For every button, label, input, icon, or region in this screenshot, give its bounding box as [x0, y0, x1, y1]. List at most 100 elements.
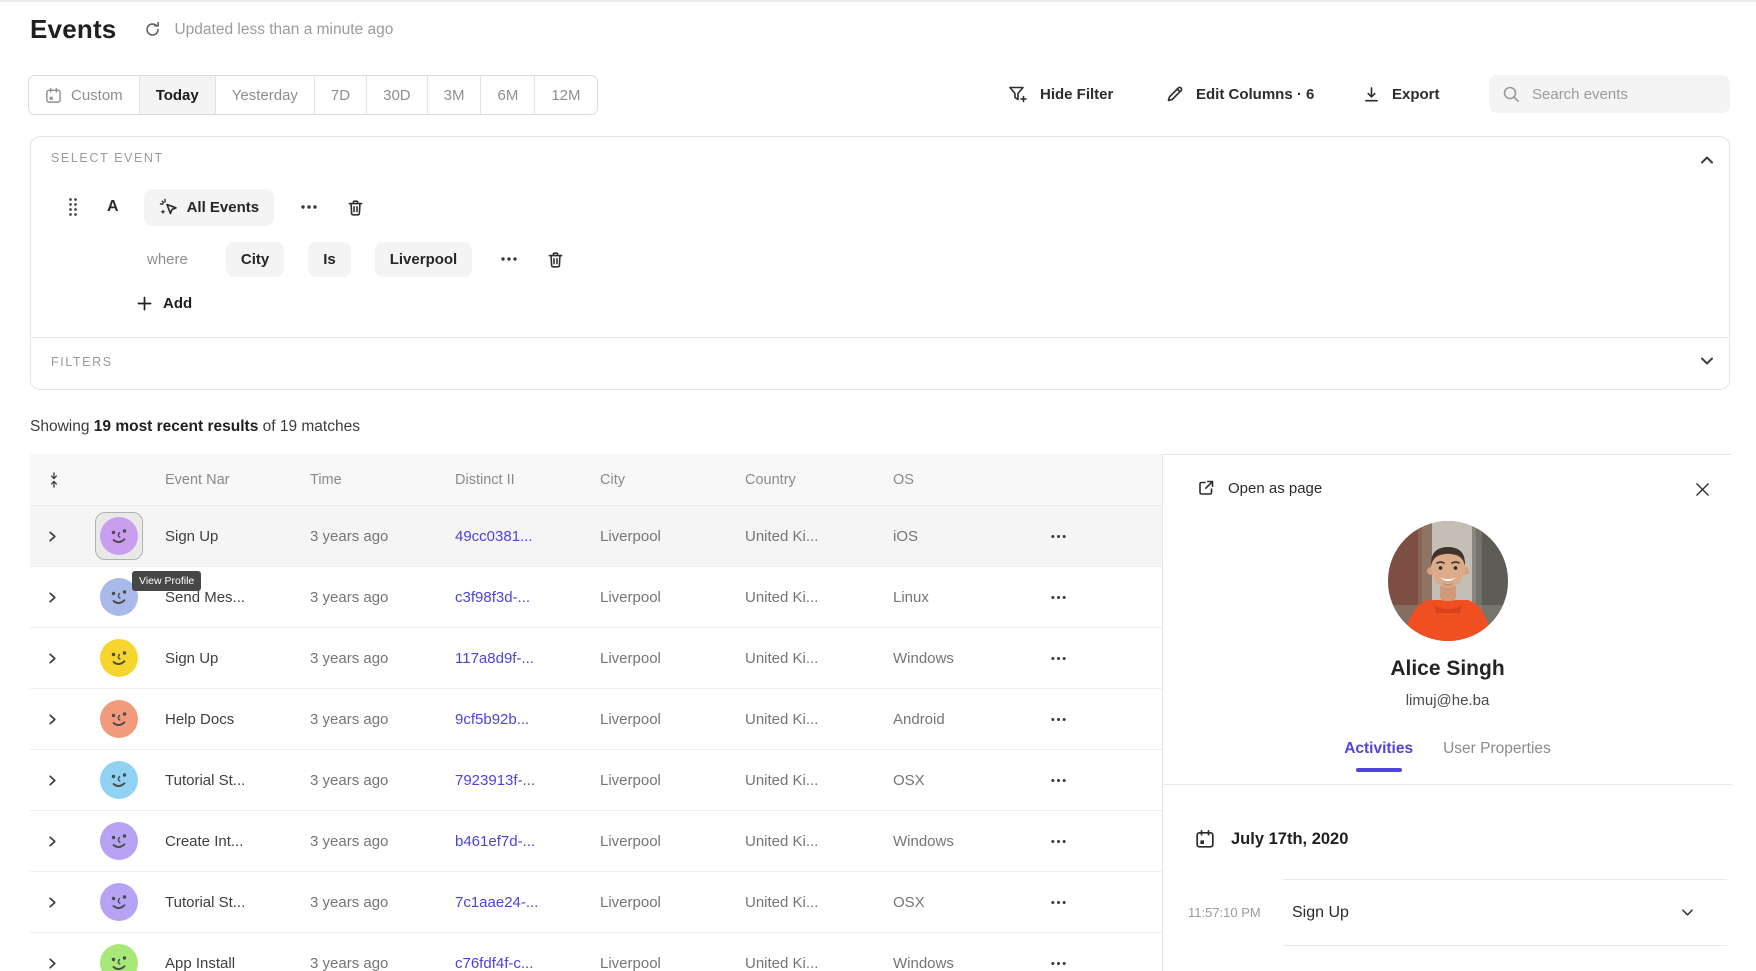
- avatar-wrap[interactable]: [100, 944, 138, 971]
- filters-chevron-down-icon[interactable]: [1699, 355, 1715, 367]
- panel-divider: [1163, 784, 1732, 785]
- edit-columns-button[interactable]: Edit Columns · 6: [1166, 75, 1314, 113]
- table-row[interactable]: Sign Up 3 years ago 49cc0381... Liverpoo…: [30, 506, 1162, 567]
- distinct-id-link[interactable]: 9cf5b92b...: [438, 711, 583, 728]
- col-header-os[interactable]: OS: [873, 472, 1005, 488]
- col-header-distinct-id[interactable]: Distinct II: [438, 472, 583, 488]
- date-range-3m[interactable]: 3M: [428, 76, 482, 114]
- date-range-12m[interactable]: 12M: [535, 76, 596, 114]
- distinct-id-link[interactable]: 117a8d9f-...: [438, 650, 583, 667]
- avatar-wrap[interactable]: [100, 883, 138, 921]
- filter-property-chip[interactable]: City: [226, 242, 284, 277]
- avatar-wrap[interactable]: [100, 761, 138, 799]
- tab-activities[interactable]: Activities: [1344, 740, 1413, 772]
- date-range-label: 6M: [497, 87, 518, 104]
- date-range-30d[interactable]: 30D: [367, 76, 428, 114]
- activity-accordion-row[interactable]: 11:57:10 PM Sign Up: [1283, 879, 1727, 946]
- collapse-rows-icon[interactable]: [46, 471, 90, 489]
- event-name-cell: Sign Up: [148, 650, 293, 667]
- row-more-options-icon[interactable]: [1050, 650, 1067, 667]
- city-cell: Liverpool: [583, 528, 728, 545]
- filter-operator-chip[interactable]: Is: [308, 242, 351, 277]
- avatar-wrap[interactable]: [100, 822, 138, 860]
- collapse-section-chevron-up-icon[interactable]: [1699, 154, 1715, 166]
- close-panel-icon[interactable]: [1695, 482, 1710, 497]
- activity-date-header: July 17th, 2020: [1195, 829, 1348, 849]
- col-header-city[interactable]: City: [583, 472, 728, 488]
- user-avatar[interactable]: [100, 822, 138, 860]
- row-more-options-icon[interactable]: [1050, 528, 1067, 545]
- date-range-custom[interactable]: Custom: [29, 76, 140, 114]
- distinct-id-link[interactable]: 7923913f-...: [438, 772, 583, 789]
- row-more-options-icon[interactable]: [1050, 833, 1067, 850]
- user-avatar[interactable]: [100, 883, 138, 921]
- distinct-id-link[interactable]: c3f98f3d-...: [438, 589, 583, 606]
- event-selector-chip[interactable]: All Events: [144, 189, 275, 226]
- add-event-button[interactable]: Add: [137, 295, 192, 312]
- row-more-options-icon[interactable]: [1050, 711, 1067, 728]
- open-as-page-button[interactable]: Open as page: [1197, 479, 1322, 497]
- date-range-6m[interactable]: 6M: [481, 76, 535, 114]
- row-more-options-icon[interactable]: [1050, 589, 1067, 606]
- row-more-options-icon[interactable]: [1050, 955, 1067, 971]
- user-avatar[interactable]: [100, 517, 138, 555]
- filter-value-chip[interactable]: Liverpool: [375, 242, 473, 277]
- event-delete-icon[interactable]: [346, 198, 365, 217]
- expand-row-chevron-icon[interactable]: [46, 774, 90, 787]
- date-range-today[interactable]: Today: [140, 76, 216, 114]
- table-row[interactable]: Create Int... 3 years ago b461ef7d-... L…: [30, 811, 1162, 872]
- row-more-options-icon[interactable]: [1050, 772, 1067, 789]
- expand-row-chevron-icon[interactable]: [46, 530, 90, 543]
- avatar-wrap[interactable]: [95, 512, 143, 560]
- expand-row-chevron-icon[interactable]: [46, 591, 90, 604]
- event-more-options-icon[interactable]: [296, 194, 322, 220]
- distinct-id-link[interactable]: c76fdf4f-c...: [438, 955, 583, 971]
- date-range-yesterday[interactable]: Yesterday: [216, 76, 315, 114]
- expand-row-chevron-icon[interactable]: [46, 835, 90, 848]
- user-avatar[interactable]: [100, 700, 138, 738]
- table-row[interactable]: Help Docs 3 years ago 9cf5b92b... Liverp…: [30, 689, 1162, 750]
- tab-user-properties[interactable]: User Properties: [1443, 740, 1551, 772]
- distinct-id-link[interactable]: b461ef7d-...: [438, 833, 583, 850]
- expand-row-chevron-icon[interactable]: [46, 652, 90, 665]
- table-row[interactable]: App Install 3 years ago c76fdf4f-c... Li…: [30, 933, 1162, 971]
- col-header-time[interactable]: Time: [293, 472, 438, 488]
- distinct-id-link[interactable]: 7c1aae24-...: [438, 894, 583, 911]
- filter-delete-icon[interactable]: [546, 250, 565, 269]
- search-input[interactable]: [1530, 85, 1717, 104]
- avatar-wrap[interactable]: [100, 639, 138, 677]
- where-label: where: [147, 251, 188, 268]
- refresh-icon[interactable]: [144, 21, 161, 38]
- table-row[interactable]: Sign Up 3 years ago 117a8d9f-... Liverpo…: [30, 628, 1162, 689]
- external-link-icon: [1197, 479, 1215, 497]
- search-box[interactable]: [1489, 75, 1730, 113]
- row-more-options-icon[interactable]: [1050, 894, 1067, 911]
- table-row[interactable]: Tutorial St... 3 years ago 7c1aae24-... …: [30, 872, 1162, 933]
- expand-row-chevron-icon[interactable]: [46, 957, 90, 970]
- avatar-wrap[interactable]: [100, 700, 138, 738]
- expand-row-chevron-icon[interactable]: [46, 896, 90, 909]
- user-avatar[interactable]: [100, 944, 138, 971]
- col-header-event-name[interactable]: Event Nar: [148, 472, 293, 488]
- date-range-7d[interactable]: 7D: [315, 76, 367, 114]
- distinct-id-link[interactable]: 49cc0381...: [438, 528, 583, 545]
- col-header-country[interactable]: Country: [728, 472, 873, 488]
- filters-label: FILTERS: [51, 355, 113, 369]
- user-avatar[interactable]: [100, 761, 138, 799]
- search-icon: [1502, 85, 1520, 103]
- time-cell: 3 years ago: [293, 528, 438, 545]
- drag-handle-icon[interactable]: [67, 197, 79, 217]
- results-summary: Showing 19 most recent results of 19 mat…: [30, 418, 360, 436]
- city-cell: Liverpool: [583, 833, 728, 850]
- hide-filter-button[interactable]: Hide Filter: [1008, 75, 1113, 113]
- magic-cursor-icon: [159, 198, 178, 217]
- filter-more-options-icon[interactable]: [496, 246, 522, 272]
- table-row[interactable]: Tutorial St... 3 years ago 7923913f-... …: [30, 750, 1162, 811]
- export-button[interactable]: Export: [1363, 75, 1440, 113]
- expand-row-chevron-icon[interactable]: [46, 713, 90, 726]
- user-avatar[interactable]: [100, 639, 138, 677]
- country-cell: United Ki...: [728, 772, 873, 789]
- activity-chevron-down-icon[interactable]: [1680, 907, 1695, 918]
- country-cell: United Ki...: [728, 711, 873, 728]
- event-group-letter: A: [107, 198, 119, 216]
